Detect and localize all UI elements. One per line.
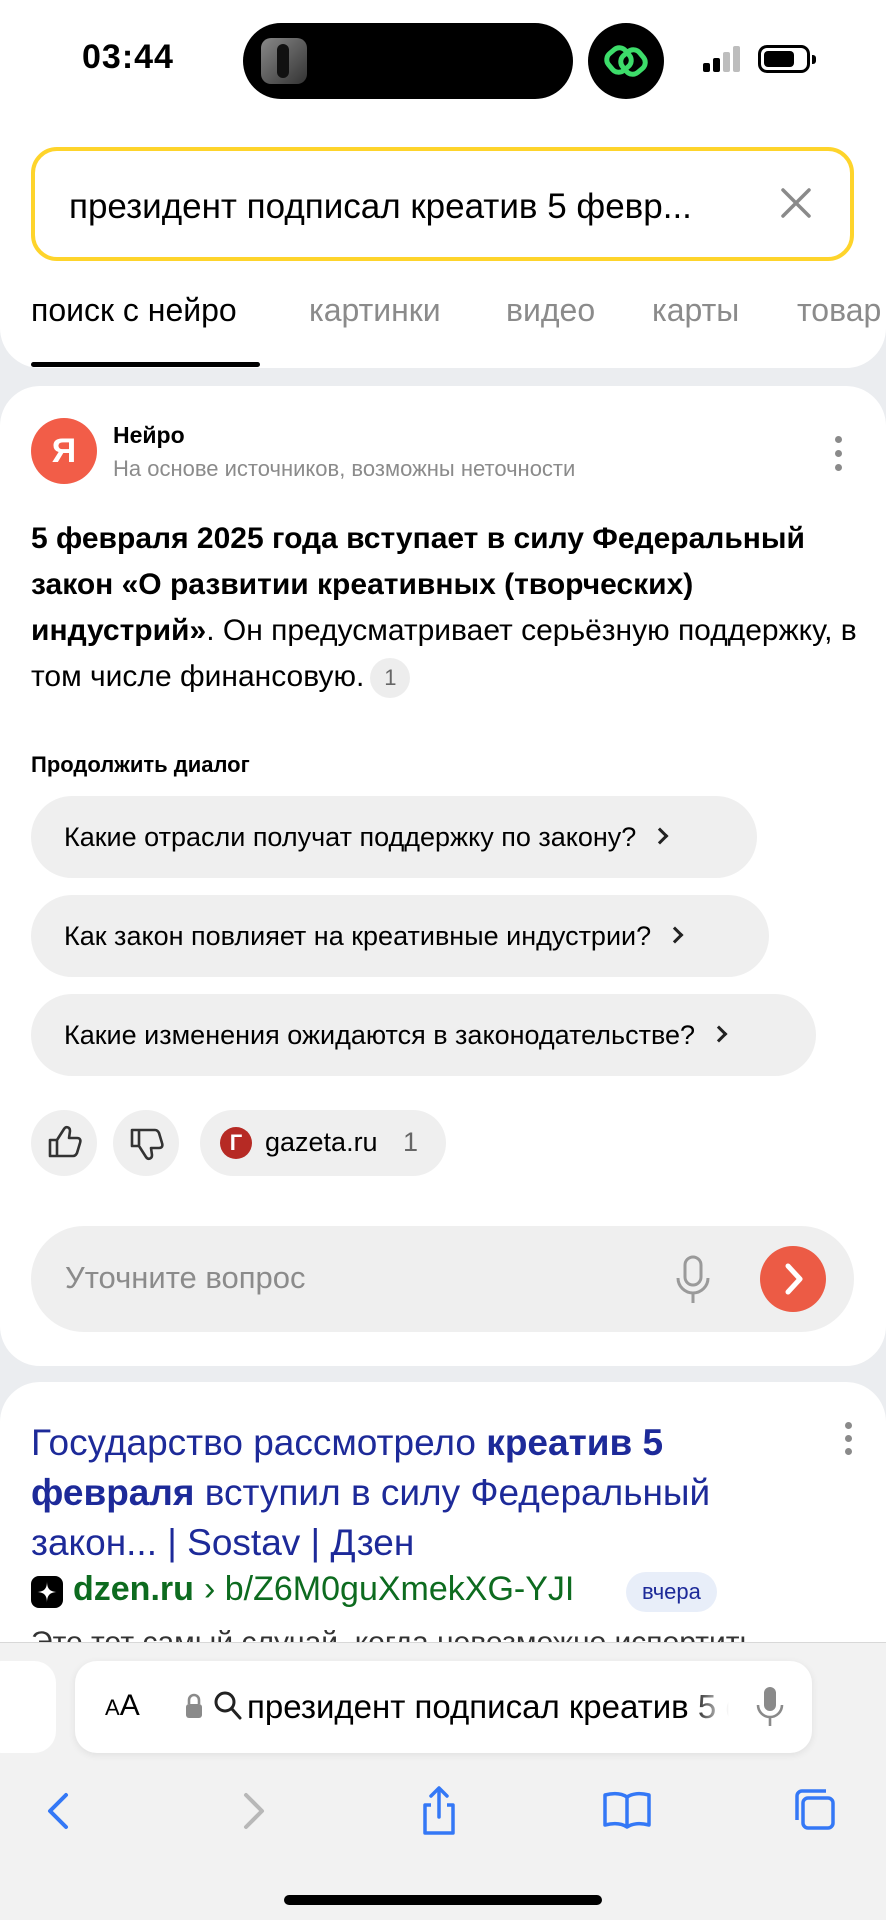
result-domain[interactable]: dzen.ru (73, 1570, 194, 1609)
more-options-icon[interactable] (833, 436, 843, 472)
result-title-text[interactable]: Государство рассмотрело (31, 1422, 486, 1463)
reader-settings-button[interactable]: AA (105, 1689, 140, 1723)
dynamic-island[interactable] (243, 23, 573, 99)
microphone-icon[interactable] (755, 1685, 785, 1729)
send-button[interactable] (760, 1246, 826, 1312)
status-bar: 03:44 (0, 0, 886, 120)
lock-icon (186, 1693, 202, 1718)
result-snippet: Это тот самый случай, когда невозможно и… (31, 1626, 755, 1642)
neuro-name: Нейро (113, 422, 185, 448)
tab-maps[interactable]: карты (652, 292, 739, 329)
tab-images[interactable]: картинки (309, 292, 441, 329)
arrow-right-icon (785, 1263, 803, 1295)
more-options-icon[interactable] (843, 1422, 853, 1458)
follow-up-placeholder[interactable]: Уточните вопрос (65, 1260, 306, 1296)
continue-dialog-label: Продолжить диалог (31, 752, 250, 777)
search-input[interactable]: президент подписал креатив 5 февр... (31, 147, 854, 261)
forward-icon[interactable] (222, 1781, 282, 1841)
source-count: 1 (403, 1127, 419, 1157)
clear-search-icon[interactable] (774, 181, 818, 225)
home-indicator (284, 1895, 602, 1905)
result-date-badge: вчера (626, 1572, 717, 1612)
neuro-answer-card: Я Нейро На основе источников, возможны н… (0, 386, 886, 1366)
source-chip[interactable]: Г gazeta.ru 1 (200, 1110, 446, 1176)
thumbs-down-icon (130, 1128, 164, 1161)
result-path[interactable]: › b/Z6M0guXmekXG-YJI (204, 1570, 574, 1609)
neuro-disclaimer: На основе источников, возможны неточност… (113, 456, 576, 481)
address-text[interactable]: президент подписал креатив 5 февраля (247, 1688, 729, 1726)
source-name: gazeta.ru (265, 1127, 378, 1157)
suggestion-label: Какие отрасли получат поддержку по закон… (64, 822, 637, 852)
tab-products[interactable]: товар (797, 292, 881, 329)
cellular-signal-icon (703, 46, 743, 72)
suggestion-label: Как закон повлияет на креативные индустр… (64, 921, 652, 951)
status-time: 03:44 (82, 38, 174, 76)
previous-tab-preview[interactable] (0, 1661, 56, 1753)
neuro-logo-icon: Я (31, 418, 97, 484)
battery-icon (758, 45, 816, 73)
search-result-card: Государство рассмотрело креатив 5 феврал… (0, 1382, 886, 1642)
page: 03:44 президент подписал креатив 5 февр.… (0, 0, 886, 1920)
tab-video[interactable]: видео (506, 292, 595, 329)
aa-small: A (105, 1695, 120, 1720)
microphone-icon[interactable] (671, 1254, 715, 1306)
tabs-icon[interactable] (786, 1781, 846, 1841)
link-activity-icon[interactable] (588, 23, 664, 99)
now-playing-thumbnail[interactable] (261, 38, 307, 84)
result-title-link[interactable]: Государство рассмотрело креатив 5 феврал… (31, 1418, 821, 1568)
back-icon[interactable] (30, 1781, 90, 1841)
chevron-right-icon (710, 1025, 728, 1043)
search-query[interactable]: президент подписал креатив 5 февр... (69, 187, 692, 227)
bookmarks-icon[interactable] (597, 1781, 657, 1841)
aa-large: A (119, 1689, 140, 1722)
search-header: президент подписал креатив 5 февр... пои… (0, 120, 886, 368)
address-bar[interactable]: AA президент подписал креатив 5 февраля (75, 1661, 812, 1753)
citation-badge[interactable]: 1 (370, 658, 411, 699)
browser-toolbar: AA президент подписал креатив 5 февраля (0, 1642, 886, 1920)
chevron-right-icon (666, 926, 684, 944)
thumbs-up-icon (48, 1125, 82, 1158)
neuro-answer-text: 5 февраля 2025 года вступает в силу Феде… (31, 516, 861, 700)
like-button[interactable] (31, 1110, 97, 1176)
follow-up-input[interactable]: Уточните вопрос (31, 1226, 854, 1332)
tab-neuro-search[interactable]: поиск с нейро (31, 292, 237, 329)
share-icon[interactable] (409, 1781, 469, 1841)
suggestion-chip[interactable]: Какие отрасли получат поддержку по закон… (31, 796, 757, 878)
suggestion-chip[interactable]: Какие изменения ожидаются в законодатель… (31, 994, 816, 1076)
gazeta-logo-icon: Г (220, 1127, 252, 1159)
active-tab-indicator (31, 362, 260, 367)
chevron-right-icon (651, 827, 669, 845)
dzen-logo-icon (31, 1576, 63, 1608)
suggestion-label: Какие изменения ожидаются в законодатель… (64, 1020, 696, 1050)
search-icon (214, 1691, 242, 1720)
suggestion-chip[interactable]: Как закон повлияет на креативные индустр… (31, 895, 769, 977)
dislike-button[interactable] (113, 1110, 179, 1176)
